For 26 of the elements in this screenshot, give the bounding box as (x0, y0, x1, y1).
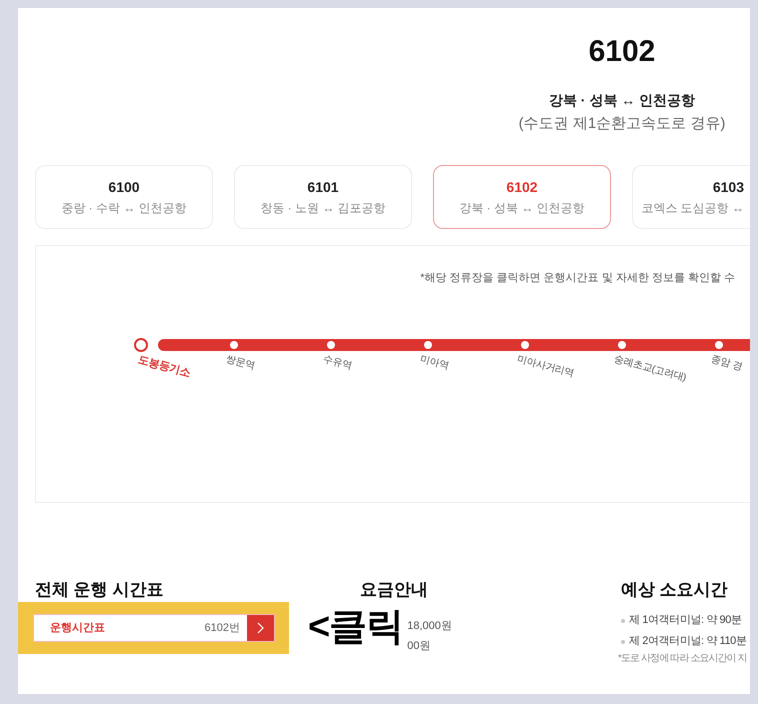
section-heading: 전체 운행 시간표 (34, 579, 164, 601)
route-tab[interactable]: 6102 강북 · 성북 ↔ 인천공항 (433, 165, 611, 229)
fare-text: 18,000원 (407, 619, 452, 634)
stop-label[interactable]: 종암 경 (709, 353, 744, 374)
section-heading: 요금안내 (359, 579, 429, 601)
stop-label[interactable]: 쌍문역 (224, 353, 256, 374)
bullet-icon (621, 640, 625, 644)
route-map-note: *해당 정류장을 클릭하면 운행시간표 및 자세한 정보를 확인할 수 (419, 271, 736, 285)
travel-time-text: 제 1여객터미널: 약 90분 (629, 613, 742, 628)
route-tab[interactable]: 6101 창동 · 노원 ↔ 김포공항 (234, 165, 412, 229)
click-annotation: <클릭 (308, 605, 404, 650)
terminal-stop-icon[interactable] (134, 338, 148, 352)
fare-text: 00원 (407, 639, 432, 654)
route-tab[interactable]: 6100 중랑 · 수락 ↔ 인천공항 (35, 165, 213, 229)
section-heading: 예상 소요시간 (620, 579, 729, 601)
travel-time-note: *도로 사정에 따라 소요시간이 지 (618, 652, 748, 666)
chevron-right-icon (247, 615, 274, 641)
stop-label[interactable]: 수유역 (321, 353, 353, 374)
travel-time-text: 제 2여객터미널: 약 110분 (629, 634, 746, 649)
timetable-button[interactable]: 운행시간표 6102번 (33, 614, 275, 642)
route-title: 강북 · 성북 ↔ 인천공항 (548, 91, 696, 110)
route-via-text: (수도권 제1순환고속도로 경유) (518, 114, 726, 134)
stop-label[interactable]: 미아역 (418, 353, 450, 374)
bullet-icon (621, 618, 625, 622)
route-tab[interactable]: 6103 코엑스 도심공항 ↔ (632, 165, 750, 229)
route-number: 6102 (588, 34, 656, 70)
